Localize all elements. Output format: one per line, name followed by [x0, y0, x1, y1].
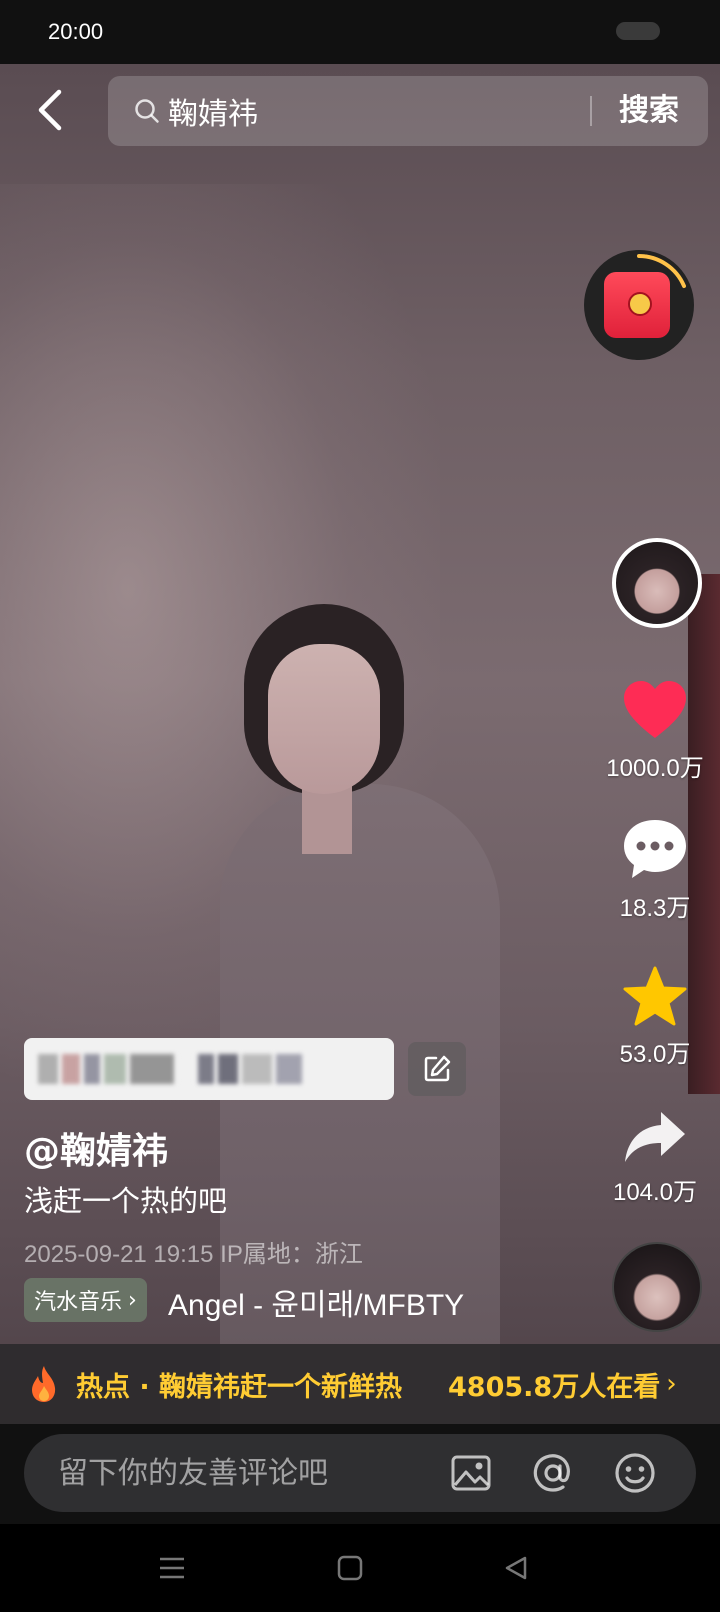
search-input[interactable]	[168, 93, 548, 129]
video-timestamp: 2025-09-21 19:15	[24, 1241, 214, 1268]
square-home-icon	[337, 1555, 363, 1581]
search-box[interactable]: 搜索	[108, 76, 708, 146]
at-sign-icon	[533, 1454, 570, 1492]
nav-back-button[interactable]	[496, 1552, 536, 1584]
comment-area	[0, 1424, 720, 1524]
video-person-neck	[302, 784, 352, 854]
chevron-right-icon: ›	[128, 1287, 137, 1313]
video-caption: 浅赶一个热的吧	[24, 1184, 228, 1218]
image-picker-button[interactable]	[448, 1450, 494, 1496]
status-bar: 20:00	[0, 0, 720, 64]
search-button[interactable]: 搜索	[606, 88, 692, 134]
menu-lines-icon	[160, 1557, 184, 1579]
nav-home-button[interactable]	[330, 1552, 370, 1584]
author-avatar[interactable]	[612, 538, 702, 628]
red-envelope-icon	[604, 272, 670, 338]
image-icon	[451, 1455, 491, 1491]
smiley-face-icon	[615, 1453, 655, 1493]
chevron-right-icon: ›	[666, 1369, 677, 1399]
search-icon	[135, 99, 159, 123]
nav-menu-button[interactable]	[152, 1552, 192, 1584]
heart-icon	[624, 681, 686, 738]
triangle-back-icon	[505, 1556, 527, 1580]
video-person-body	[220, 784, 500, 1434]
system-nav-bar	[0, 1524, 720, 1612]
share-button[interactable]: 104.0万	[590, 1110, 720, 1207]
comment-button[interactable]: 18.3万	[590, 818, 720, 923]
hot-topic-viewers: 4805.8万人在看	[448, 1371, 661, 1403]
comment-count: 18.3万	[619, 895, 691, 922]
mention-button[interactable]	[530, 1450, 576, 1496]
share-count: 104.0万	[612, 1179, 698, 1206]
hot-topic-title: 热点 · 鞠婧祎赶一个新鲜热	[76, 1371, 403, 1403]
hot-topic-bar[interactable]: 热点 · 鞠婧祎赶一个新鲜热 4805.8万人在看 ›	[0, 1344, 720, 1424]
emoji-button[interactable]	[612, 1450, 658, 1496]
author-name[interactable]: @鞠婧祎	[24, 1122, 168, 1174]
back-arrow-icon	[38, 89, 62, 131]
music-disc-avatar[interactable]	[612, 1242, 702, 1332]
share-arrow-icon	[625, 1112, 685, 1162]
favorite-button[interactable]: 53.0万	[590, 966, 720, 1069]
favorite-count: 53.0万	[619, 1041, 691, 1068]
like-count: 1000.0万	[606, 755, 704, 782]
comment-box[interactable]	[24, 1434, 696, 1512]
search-divider	[590, 96, 592, 126]
like-button[interactable]: 1000.0万	[590, 680, 720, 783]
red-packet-reward-button[interactable]	[584, 250, 694, 360]
pixelated-banner	[24, 1038, 394, 1100]
song-name[interactable]: Angel - 윤미래/MFBTY	[168, 1280, 468, 1324]
music-app-label: 汽水音乐	[34, 1290, 123, 1315]
status-time: 20:00	[48, 19, 104, 44]
red-envelope-seal	[628, 292, 652, 316]
video-meta: 2025-09-21 19:15 IP属地：浙江	[24, 1234, 363, 1269]
flame-icon	[32, 1366, 56, 1402]
comment-input[interactable]	[58, 1454, 418, 1492]
back-button[interactable]	[28, 88, 72, 132]
star-icon	[623, 966, 687, 1026]
comment-bubble-icon	[624, 820, 686, 878]
edit-button[interactable]	[408, 1042, 466, 1096]
edit-pencil-icon	[424, 1055, 451, 1082]
status-icons-redacted	[616, 22, 660, 40]
video-person-face	[268, 644, 380, 794]
music-app-tag[interactable]: 汽水音乐 ›	[24, 1278, 147, 1322]
video-ip-location: IP属地：浙江	[220, 1241, 363, 1268]
top-bar: 搜索	[0, 76, 720, 146]
